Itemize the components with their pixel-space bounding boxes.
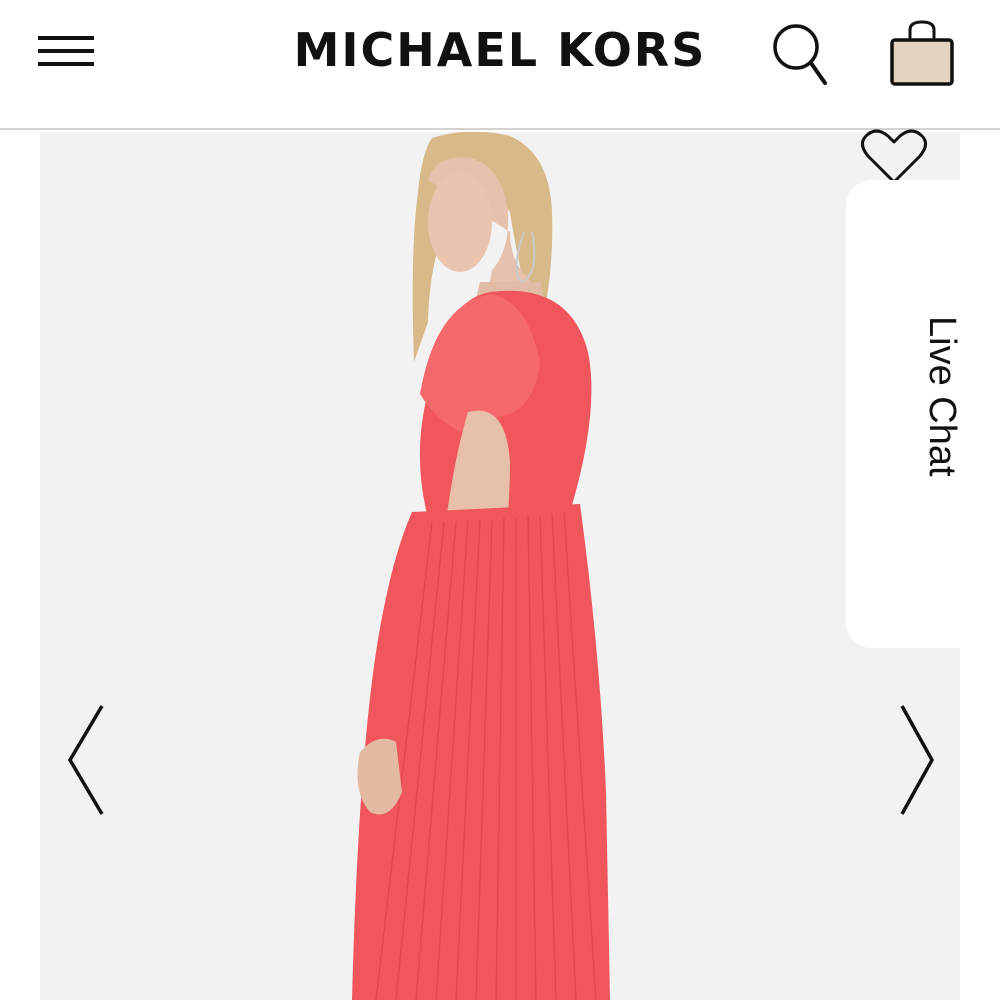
product-image[interactable] <box>40 132 960 1000</box>
chevron-left-icon <box>67 705 104 815</box>
site-header: MICHAEL KORS <box>0 0 1000 130</box>
brand-logo[interactable]: MICHAEL KORS <box>280 22 720 78</box>
chevron-right-icon <box>900 705 935 815</box>
search-button[interactable] <box>770 20 832 88</box>
shopping-bag-icon <box>890 20 954 86</box>
live-chat-label: Live Chat <box>921 316 963 477</box>
next-image-button[interactable] <box>892 700 952 820</box>
shopping-bag-button[interactable] <box>884 18 960 92</box>
menu-button[interactable] <box>36 34 96 70</box>
product-page: MICHAEL KORS Live Chat <box>0 0 1000 1000</box>
search-icon <box>773 24 827 85</box>
heart-icon <box>861 129 927 184</box>
add-to-wishlist-button[interactable] <box>856 128 932 186</box>
previous-image-button[interactable] <box>62 700 122 820</box>
